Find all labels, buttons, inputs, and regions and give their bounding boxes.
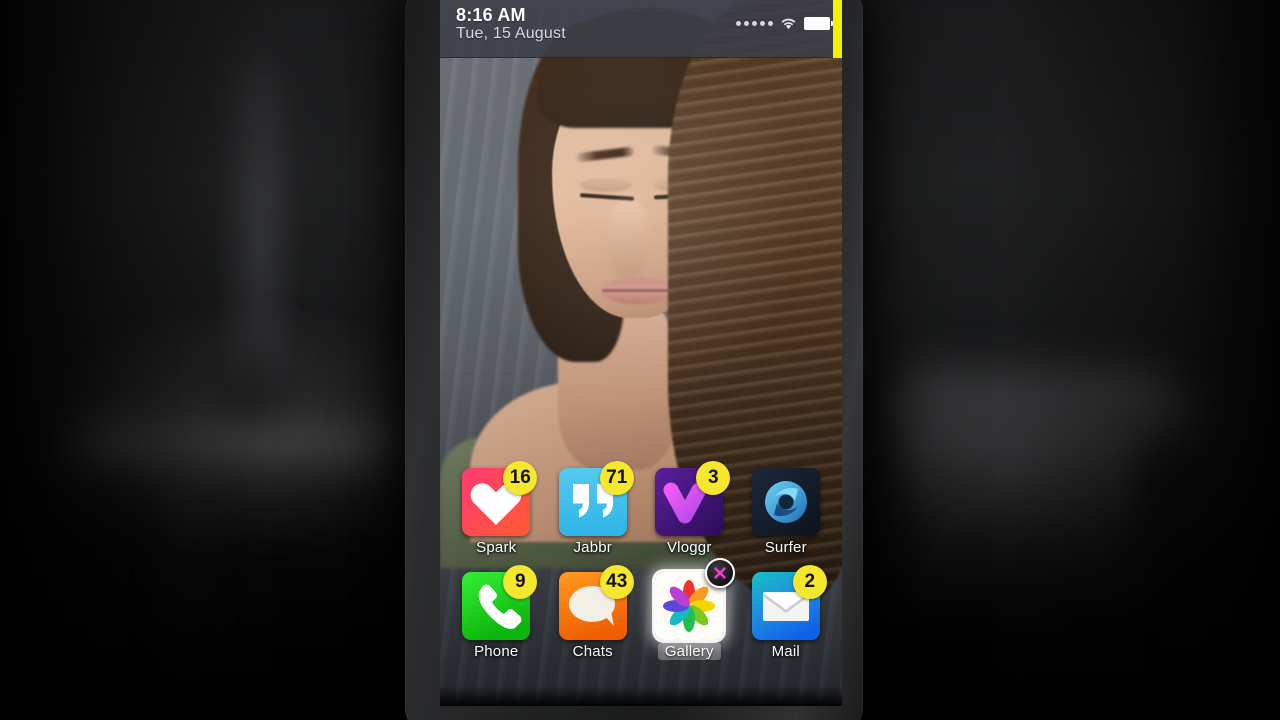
badge-vloggr: 3 bbox=[696, 461, 731, 495]
app-label-jabbr: Jabbr bbox=[573, 539, 613, 556]
sofa-body-blur bbox=[905, 405, 1135, 605]
wall-stripe-blur bbox=[250, 60, 268, 430]
badge-mail: 2 bbox=[792, 565, 827, 599]
desk-leg-blur bbox=[178, 452, 194, 662]
app-label-mail: Mail bbox=[771, 643, 800, 660]
app-icon-vloggr[interactable]: 3 Vloggr bbox=[641, 461, 738, 556]
phone-device: 8:16 AM Tue, 15 August 16 Spark 71 Jabbr… bbox=[405, 0, 863, 720]
desk-top-blur bbox=[60, 432, 390, 458]
signal-strength-icon bbox=[736, 21, 773, 26]
sofa-arm-blur bbox=[1095, 392, 1215, 436]
app-label-spark: Spark bbox=[476, 539, 517, 556]
badge-jabbr: 71 bbox=[599, 461, 634, 495]
app-label-surfer: Surfer bbox=[764, 539, 807, 556]
wifi-icon bbox=[781, 18, 796, 30]
delete-app-button[interactable] bbox=[705, 558, 736, 588]
battery-full-icon bbox=[804, 17, 833, 30]
wave-swirl-icon bbox=[751, 468, 820, 536]
badge-chats: 43 bbox=[599, 565, 634, 599]
screenshot-stage: 8:16 AM Tue, 15 August 16 Spark 71 Jabbr… bbox=[0, 0, 1280, 720]
desk-object-blur bbox=[222, 340, 284, 432]
badge-spark: 16 bbox=[503, 461, 538, 495]
surfer-tile[interactable] bbox=[751, 468, 820, 536]
app-label-phone: Phone bbox=[474, 643, 519, 660]
app-label-vloggr: Vloggr bbox=[666, 539, 712, 556]
status-date: Tue, 15 August bbox=[456, 25, 566, 43]
status-bar[interactable]: 8:16 AM Tue, 15 August bbox=[440, 0, 842, 58]
app-label-gallery: Gallery bbox=[657, 643, 721, 660]
app-icon-surfer[interactable]: Surfer bbox=[738, 468, 835, 556]
app-icon-chats[interactable]: 43 Chats bbox=[545, 565, 642, 660]
edge-accent-strip bbox=[833, 0, 842, 58]
close-x-icon bbox=[714, 567, 726, 579]
app-icon-gallery[interactable]: Gallery bbox=[641, 558, 738, 660]
app-icon-mail[interactable]: 2 Mail bbox=[738, 565, 835, 660]
app-grid: 16 Spark 71 Jabbr 3 Vloggr Surfer 9 Phon… bbox=[440, 461, 842, 660]
app-icon-phone[interactable]: 9 Phone bbox=[448, 565, 545, 660]
status-indicators bbox=[736, 17, 833, 30]
app-icon-spark[interactable]: 16 Spark bbox=[448, 461, 545, 556]
status-bar-clock: 8:16 AM Tue, 15 August bbox=[456, 5, 566, 43]
sofa-back-blur bbox=[900, 370, 1170, 440]
app-label-chats: Chats bbox=[572, 643, 613, 660]
status-time: 8:16 AM bbox=[456, 5, 526, 25]
phone-screen[interactable]: 8:16 AM Tue, 15 August 16 Spark 71 Jabbr… bbox=[440, 0, 842, 706]
badge-phone: 9 bbox=[503, 565, 538, 599]
app-icon-jabbr[interactable]: 71 Jabbr bbox=[545, 461, 642, 556]
